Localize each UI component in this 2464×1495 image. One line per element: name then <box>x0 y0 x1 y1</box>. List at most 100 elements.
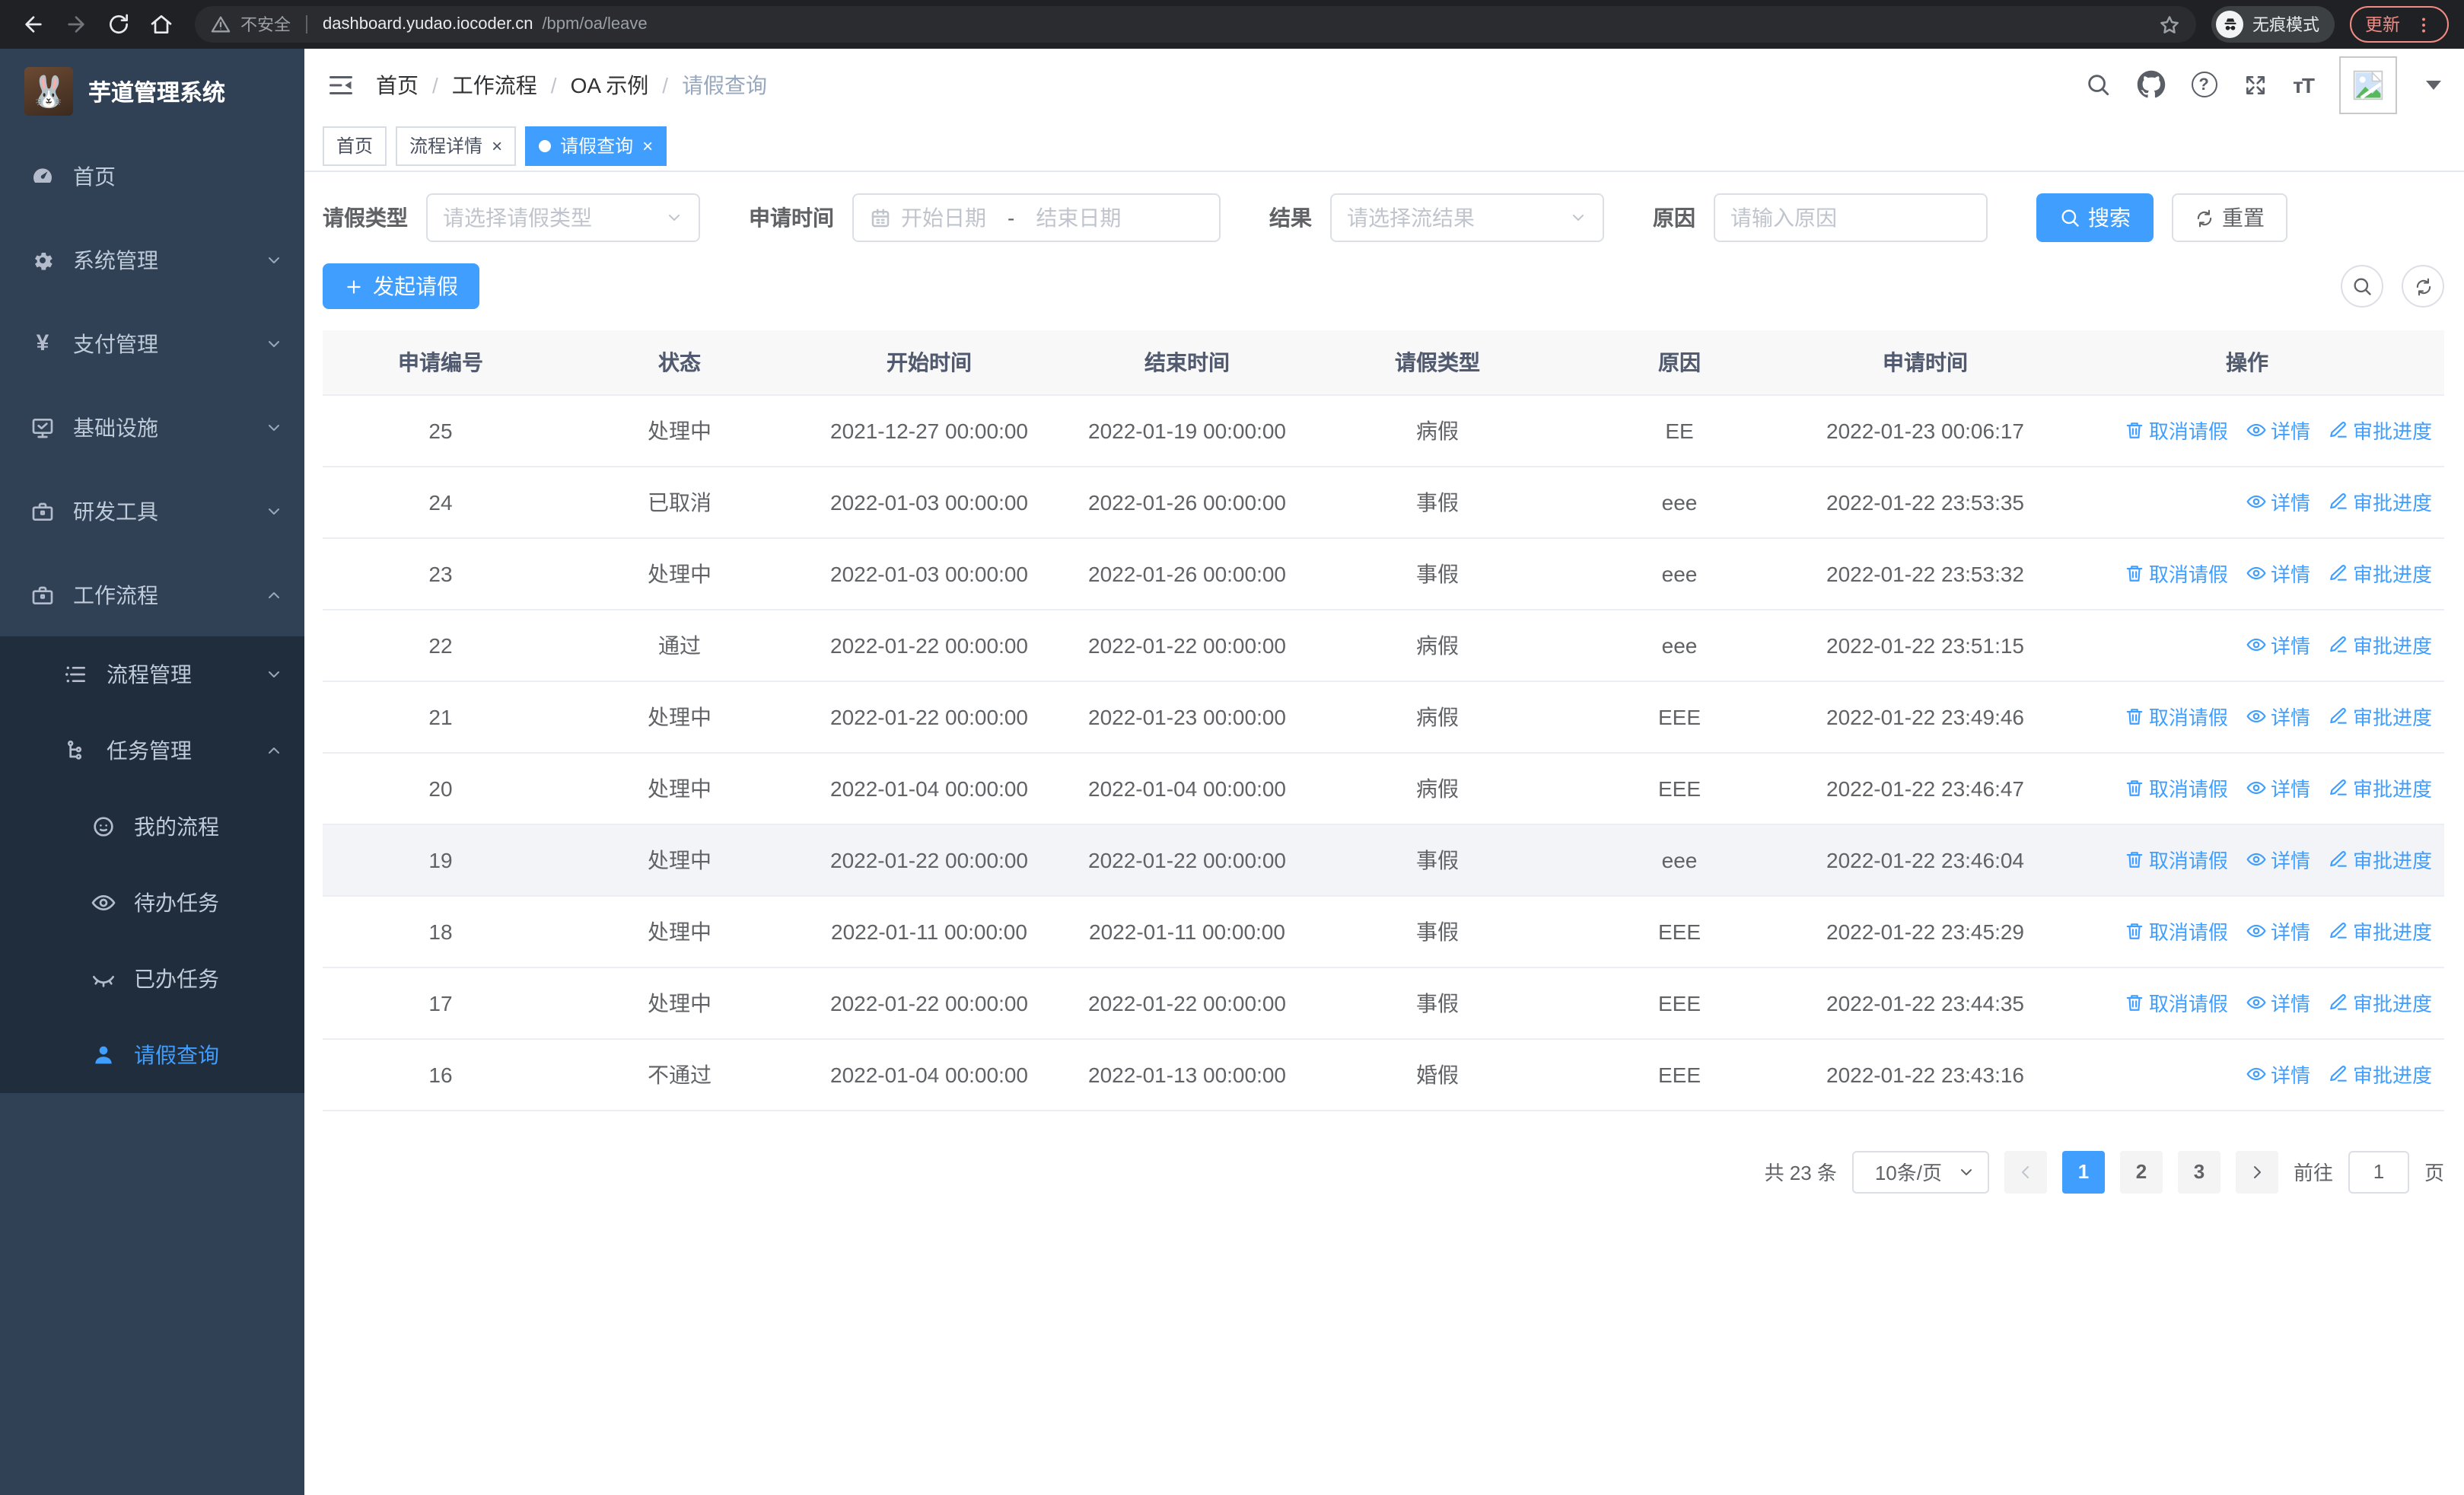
sidebar-item-工作流程[interactable]: 工作流程 <box>0 553 304 636</box>
cell-actions: 详情 审批进度 <box>2050 1038 2444 1111</box>
action-cancel-leave[interactable]: 取消请假 <box>2125 702 2228 731</box>
tab-close-icon[interactable]: × <box>642 136 653 155</box>
browser-reload-button[interactable] <box>100 6 137 43</box>
tab-close-icon[interactable]: × <box>492 136 502 155</box>
incognito-badge: 无痕模式 <box>2211 6 2335 43</box>
sidebar-item-任务管理[interactable]: 任务管理 <box>0 712 304 789</box>
github-icon[interactable] <box>2136 70 2165 99</box>
cell-start-time: 2022-01-22 00:00:00 <box>801 609 1058 681</box>
monitor-icon <box>30 415 55 439</box>
page-button-3[interactable]: 3 <box>2177 1150 2220 1193</box>
action-progress[interactable]: 审批进度 <box>2329 988 2432 1017</box>
next-page-button[interactable] <box>2235 1150 2278 1193</box>
browser-forward-button[interactable] <box>58 6 94 43</box>
action-detail[interactable]: 详情 <box>2246 845 2310 874</box>
action-label: 审批进度 <box>2352 993 2432 1015</box>
action-detail[interactable]: 详情 <box>2246 1060 2310 1089</box>
trash-icon <box>2125 420 2144 440</box>
tab-请假查询[interactable]: 请假查询 × <box>525 126 667 165</box>
action-progress[interactable]: 审批进度 <box>2329 916 2432 945</box>
refresh-icon <box>2413 276 2433 296</box>
action-progress[interactable]: 审批进度 <box>2329 702 2432 731</box>
eye-icon <box>2246 1064 2266 1084</box>
pagination: 共 23 条 10条/页 123 前往 1 页 <box>323 1150 2444 1193</box>
cell-leave-type: 病假 <box>1316 752 1558 824</box>
browser-back-button[interactable] <box>15 6 52 43</box>
action-cancel-leave[interactable]: 取消请假 <box>2125 845 2228 874</box>
search-button[interactable]: 搜索 <box>2036 193 2154 242</box>
sidebar-item-首页[interactable]: 首页 <box>0 134 304 218</box>
action-progress[interactable]: 审批进度 <box>2329 630 2432 659</box>
sidebar-item-基础设施[interactable]: 基础设施 <box>0 385 304 469</box>
page-size-select[interactable]: 10条/页 <box>1851 1150 1989 1193</box>
action-progress[interactable]: 审批进度 <box>2329 559 2432 588</box>
refresh-table-button[interactable] <box>2402 265 2444 308</box>
sidebar-collapse-button[interactable] <box>327 71 355 98</box>
action-cancel-leave[interactable]: 取消请假 <box>2125 416 2228 445</box>
sidebar-item-支付管理[interactable]: ¥ 支付管理 <box>0 301 304 385</box>
action-detail[interactable]: 详情 <box>2246 988 2310 1017</box>
address-bar[interactable]: 不安全 dashboard.yudao.iocoder.cn/bpm/oa/le… <box>195 6 2196 43</box>
browser-home-button[interactable] <box>143 6 180 43</box>
chevron-down-icon[interactable] <box>2426 80 2441 89</box>
action-progress[interactable]: 审批进度 <box>2329 487 2432 516</box>
action-detail[interactable]: 详情 <box>2246 416 2310 445</box>
tab-首页[interactable]: 首页 <box>323 126 387 165</box>
fullscreen-icon[interactable] <box>2243 72 2267 97</box>
sidebar-item-研发工具[interactable]: 研发工具 <box>0 469 304 553</box>
help-icon[interactable]: ? <box>2191 72 2217 97</box>
sidebar-item-label: 工作流程 <box>73 582 158 607</box>
action-progress[interactable]: 审批进度 <box>2329 773 2432 802</box>
breadcrumb-item-工作流程[interactable]: 工作流程 <box>452 69 537 100</box>
browser-menu-icon[interactable] <box>2414 14 2434 34</box>
avatar[interactable] <box>2339 56 2397 113</box>
reason-input[interactable]: 请输入原因 <box>1714 193 1988 242</box>
action-cancel-leave[interactable]: 取消请假 <box>2125 988 2228 1017</box>
action-detail[interactable]: 详情 <box>2246 916 2310 945</box>
action-label: 审批进度 <box>2352 420 2432 443</box>
action-cancel-leave[interactable]: 取消请假 <box>2125 773 2228 802</box>
result-select[interactable]: 请选择流结果 <box>1330 193 1604 242</box>
sidebar-item-已办任务[interactable]: 已办任务 <box>0 941 304 1017</box>
action-cancel-leave[interactable]: 取消请假 <box>2125 559 2228 588</box>
column-header-操作: 操作 <box>2050 330 2444 395</box>
action-detail[interactable]: 详情 <box>2246 487 2310 516</box>
breadcrumb-item-OA 示例[interactable]: OA 示例 <box>571 69 649 100</box>
eye-closed-icon <box>91 967 116 991</box>
create-leave-button[interactable]: 发起请假 <box>323 263 479 309</box>
breadcrumb: 首页 / 工作流程 / OA 示例 / 请假查询 <box>376 69 767 100</box>
action-detail[interactable]: 详情 <box>2246 773 2310 802</box>
table-row: 23 处理中 2022-01-03 00:00:00 2022-01-26 00:00… <box>323 537 2444 610</box>
browser-update-chip[interactable]: 更新 <box>2350 6 2449 43</box>
action-progress[interactable]: 审批进度 <box>2329 416 2432 445</box>
bookmark-star-icon[interactable] <box>2158 13 2181 36</box>
sidebar-item-系统管理[interactable]: 系统管理 <box>0 218 304 301</box>
goto-label: 前往 <box>2293 1162 2333 1184</box>
leave-type-select[interactable]: 请选择请假类型 <box>426 193 700 242</box>
action-detail[interactable]: 详情 <box>2246 702 2310 731</box>
font-size-icon[interactable]: ᴛT <box>2293 72 2315 97</box>
face-icon <box>91 814 116 839</box>
page-button-1[interactable]: 1 <box>2061 1150 2105 1193</box>
page-button-2[interactable]: 2 <box>2119 1150 2163 1193</box>
cell-reason: eee <box>1558 537 1800 610</box>
reset-button[interactable]: 重置 <box>2172 193 2287 242</box>
sidebar-item-请假查询[interactable]: 请假查询 <box>0 1017 304 1093</box>
action-cancel-leave[interactable]: 取消请假 <box>2125 916 2228 945</box>
cell-actions: 取消请假 详情 审批进度 <box>2050 681 2444 753</box>
prev-page-button[interactable] <box>2004 1150 2047 1193</box>
sidebar-item-流程管理[interactable]: 流程管理 <box>0 636 304 712</box>
search-icon[interactable] <box>2084 72 2110 97</box>
apply-time-range-picker[interactable]: 开始日期 - 结束日期 <box>852 193 1221 242</box>
sidebar-item-我的流程[interactable]: 我的流程 <box>0 789 304 865</box>
action-progress[interactable]: 审批进度 <box>2329 845 2432 874</box>
toggle-search-button[interactable] <box>2341 265 2383 308</box>
tab-流程详情[interactable]: 流程详情 × <box>396 126 517 165</box>
action-detail[interactable]: 详情 <box>2246 630 2310 659</box>
sidebar-item-待办任务[interactable]: 待办任务 <box>0 865 304 941</box>
action-progress[interactable]: 审批进度 <box>2329 1060 2432 1089</box>
action-detail[interactable]: 详情 <box>2246 559 2310 588</box>
breadcrumb-item-首页[interactable]: 首页 <box>376 69 419 100</box>
goto-page-input[interactable]: 1 <box>2348 1150 2409 1193</box>
table-row: 25 处理中 2021-12-27 00:00:00 2022-01-19 00:00… <box>323 394 2444 467</box>
